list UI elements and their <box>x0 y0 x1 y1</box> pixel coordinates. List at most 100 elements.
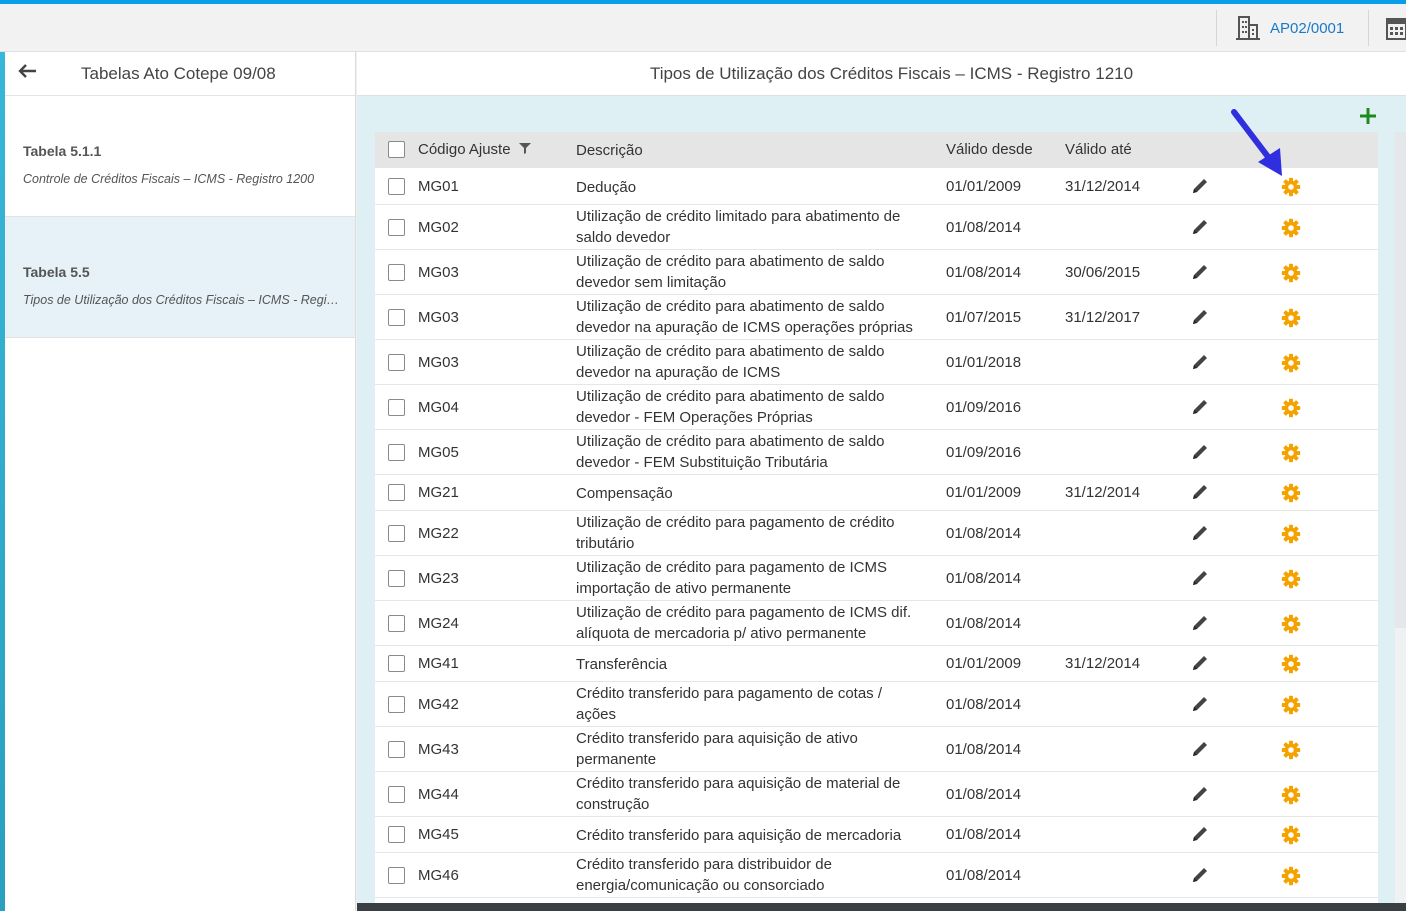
building-icon <box>1236 16 1260 40</box>
settings-button[interactable] <box>1281 483 1301 507</box>
add-button[interactable] <box>1359 98 1377 132</box>
edit-button[interactable] <box>1191 825 1209 847</box>
settings-button[interactable] <box>1281 308 1301 332</box>
edit-button[interactable] <box>1191 614 1209 636</box>
edit-button[interactable] <box>1191 218 1209 240</box>
select-all-checkbox[interactable] <box>388 141 405 158</box>
settings-button[interactable] <box>1281 654 1301 678</box>
back-button[interactable] <box>5 62 49 85</box>
row-checkbox[interactable] <box>388 444 405 461</box>
settings-button[interactable] <box>1281 569 1301 593</box>
calendar-button[interactable] <box>1386 16 1406 45</box>
edit-button[interactable] <box>1191 443 1209 465</box>
pencil-icon <box>1191 310 1209 330</box>
sidebar-item-tabela-5-5[interactable]: Tabela 5.5 Tipos de Utilização dos Crédi… <box>5 217 355 338</box>
edit-button[interactable] <box>1191 398 1209 420</box>
edit-button[interactable] <box>1191 483 1209 505</box>
row-checkbox[interactable] <box>388 219 405 236</box>
row-checkbox[interactable] <box>388 867 405 884</box>
row-checkbox[interactable] <box>388 655 405 672</box>
cell-description: Utilização de crédito para abatimento de… <box>576 388 885 426</box>
settings-button[interactable] <box>1281 353 1301 377</box>
cell-code: MG41 <box>418 655 459 672</box>
sidebar-header: Tabelas Ato Cotepe 09/08 <box>5 52 355 96</box>
pencil-icon <box>1191 526 1209 546</box>
cell-description: Crédito transferido para distribuidor de… <box>576 856 832 894</box>
table-row[interactable]: MG23 Utilização de crédito para pagamento… <box>375 556 1378 601</box>
cell-valid-from: 01/01/2009 <box>946 655 1022 672</box>
company-selector[interactable]: AP02/0001 <box>1236 14 1344 42</box>
row-checkbox[interactable] <box>388 525 405 542</box>
row-checkbox[interactable] <box>388 354 405 371</box>
table-row[interactable]: MG43 Crédito transferido para aquisição d… <box>375 727 1378 772</box>
edit-button[interactable] <box>1191 524 1209 546</box>
settings-button[interactable] <box>1281 614 1301 638</box>
edit-button[interactable] <box>1191 569 1209 591</box>
table-row[interactable]: MG22 Utilização de crédito para pagamento… <box>375 511 1378 556</box>
company-code[interactable]: AP02/0001 <box>1270 20 1344 37</box>
gear-icon <box>1281 569 1301 593</box>
settings-button[interactable] <box>1281 825 1301 849</box>
cell-valid-from: 01/07/2015 <box>946 309 1022 326</box>
row-checkbox[interactable] <box>388 309 405 326</box>
table-row[interactable]: MG03 Utilização de crédito para abatiment… <box>375 340 1378 385</box>
pencil-icon <box>1191 787 1209 807</box>
row-checkbox[interactable] <box>388 178 405 195</box>
filter-icon[interactable] <box>518 142 531 154</box>
edit-button[interactable] <box>1191 740 1209 762</box>
scrollbar-thumb[interactable] <box>1395 132 1406 628</box>
cell-valid-from: 01/09/2016 <box>946 399 1022 416</box>
row-checkbox[interactable] <box>388 399 405 416</box>
edit-button[interactable] <box>1191 308 1209 330</box>
edit-button[interactable] <box>1191 695 1209 717</box>
row-checkbox[interactable] <box>388 484 405 501</box>
edit-button[interactable] <box>1191 866 1209 888</box>
settings-button[interactable] <box>1281 398 1301 422</box>
table-row[interactable]: MG45 Crédito transferido para aquisição d… <box>375 817 1378 853</box>
cell-valid-from: 01/01/2018 <box>946 354 1022 371</box>
cell-valid-from: 01/08/2014 <box>946 615 1022 632</box>
gear-icon <box>1281 483 1301 507</box>
table-row[interactable]: MG03 Utilização de crédito para abatiment… <box>375 295 1378 340</box>
settings-button[interactable] <box>1281 785 1301 809</box>
row-checkbox[interactable] <box>388 615 405 632</box>
settings-button[interactable] <box>1281 443 1301 467</box>
row-checkbox[interactable] <box>388 786 405 803</box>
settings-button[interactable] <box>1281 263 1301 287</box>
table-row[interactable]: MG46 Crédito transferido para distribuido… <box>375 853 1378 898</box>
edit-button[interactable] <box>1191 654 1209 676</box>
cell-description: Utilização de crédito para abatimento de… <box>576 343 885 381</box>
settings-button[interactable] <box>1281 524 1301 548</box>
table-row[interactable]: MG21 Compensação 01/01/2009 31/12/2014 <box>375 475 1378 511</box>
table-row[interactable]: MG02 Utilização de crédito limitado para … <box>375 205 1378 250</box>
row-checkbox[interactable] <box>388 826 405 843</box>
table-row[interactable]: MG04 Utilização de crédito para abatiment… <box>375 385 1378 430</box>
settings-button[interactable] <box>1281 866 1301 890</box>
separator <box>1216 10 1217 46</box>
edit-button[interactable] <box>1191 263 1209 285</box>
table-body: MG01 Dedução 01/01/2009 31/12/2014 MG02 Utili… <box>375 168 1378 898</box>
table-row[interactable]: MG44 Crédito transferido para aquisição d… <box>375 772 1378 817</box>
cell-code: MG46 <box>418 867 459 884</box>
row-checkbox[interactable] <box>388 696 405 713</box>
settings-button[interactable] <box>1281 177 1301 201</box>
table-row[interactable]: MG42 Crédito transferido para pagamento d… <box>375 682 1378 727</box>
edit-button[interactable] <box>1191 177 1209 199</box>
pencil-icon <box>1191 179 1209 199</box>
settings-button[interactable] <box>1281 695 1301 719</box>
table-row[interactable]: MG41 Transferência 01/01/2009 31/12/2014 <box>375 646 1378 682</box>
cell-description: Utilização de crédito para abatimento de… <box>576 253 885 291</box>
edit-button[interactable] <box>1191 353 1209 375</box>
settings-button[interactable] <box>1281 740 1301 764</box>
row-checkbox[interactable] <box>388 570 405 587</box>
row-checkbox[interactable] <box>388 741 405 758</box>
table-row[interactable]: MG24 Utilização de crédito para pagamento… <box>375 601 1378 646</box>
settings-button[interactable] <box>1281 218 1301 242</box>
table-row[interactable]: MG03 Utilização de crédito para abatiment… <box>375 250 1378 295</box>
cell-code: MG42 <box>418 696 459 713</box>
sidebar-item-tabela-5-1-1[interactable]: Tabela 5.1.1 Controle de Créditos Fiscai… <box>5 96 355 217</box>
row-checkbox[interactable] <box>388 264 405 281</box>
edit-button[interactable] <box>1191 785 1209 807</box>
data-table: Código Ajuste Descrição Válido desde Vál… <box>375 132 1378 903</box>
table-row[interactable]: MG05 Utilização de crédito para abatiment… <box>375 430 1378 475</box>
